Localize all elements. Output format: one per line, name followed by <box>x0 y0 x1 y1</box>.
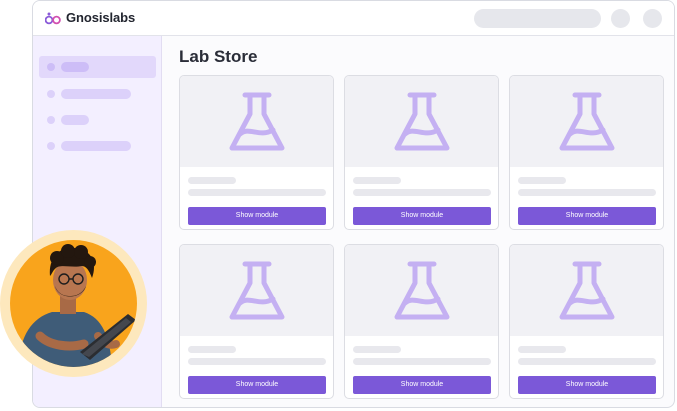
card-image <box>345 76 498 167</box>
page-title: Lab Store <box>179 47 258 66</box>
search-input[interactable] <box>474 9 601 28</box>
card-title-placeholder <box>188 346 236 353</box>
show-module-button[interactable]: Show module <box>353 207 491 225</box>
card-text-placeholder <box>518 358 656 365</box>
module-card: Show module <box>509 244 664 399</box>
sidebar-item-icon <box>47 63 55 71</box>
module-card: Show module <box>179 75 334 230</box>
card-text-placeholder <box>188 358 326 365</box>
user-avatar <box>0 230 147 377</box>
card-text-placeholder <box>188 189 326 196</box>
sidebar-item-icon <box>47 142 55 150</box>
card-title-placeholder <box>188 177 236 184</box>
sidebar-item-2[interactable] <box>39 83 156 105</box>
card-image <box>510 245 663 336</box>
main-content: Lab Store Show module Show module Show m… <box>162 36 674 407</box>
card-image <box>345 245 498 336</box>
flask-icon <box>394 261 449 319</box>
module-card: Show module <box>179 244 334 399</box>
avatar-photo <box>10 240 137 367</box>
sidebar-item-label <box>61 89 131 99</box>
sidebar-item-icon <box>47 116 55 124</box>
show-module-button[interactable]: Show module <box>353 376 491 394</box>
flask-icon <box>229 92 284 150</box>
sidebar-item-4[interactable] <box>39 135 156 157</box>
sidebar-item-label <box>61 141 131 151</box>
card-image <box>180 245 333 336</box>
notifications-button[interactable] <box>611 9 630 28</box>
top-bar: Gnosislabs <box>33 1 674 36</box>
card-title-placeholder <box>518 346 566 353</box>
card-text-placeholder <box>353 189 491 196</box>
sidebar-item-3[interactable] <box>39 109 156 131</box>
sidebar-item-label <box>61 62 89 72</box>
module-card: Show module <box>509 75 664 230</box>
gnosislabs-logo-icon <box>45 12 61 24</box>
card-text-placeholder <box>518 189 656 196</box>
show-module-button[interactable]: Show module <box>518 207 656 225</box>
show-module-button[interactable]: Show module <box>188 376 326 394</box>
flask-icon <box>229 261 284 319</box>
card-title-placeholder <box>353 346 401 353</box>
card-image <box>180 76 333 167</box>
card-image <box>510 76 663 167</box>
profile-button[interactable] <box>643 9 662 28</box>
app-name: Gnosislabs <box>66 10 136 25</box>
flask-icon <box>394 92 449 150</box>
brand-logo[interactable]: Gnosislabs <box>45 10 135 25</box>
show-module-button[interactable]: Show module <box>518 376 656 394</box>
sidebar-item-label <box>61 115 89 125</box>
module-card: Show module <box>344 75 499 230</box>
show-module-button[interactable]: Show module <box>188 207 326 225</box>
card-title-placeholder <box>353 177 401 184</box>
module-card: Show module <box>344 244 499 399</box>
card-title-placeholder <box>518 177 566 184</box>
flask-icon <box>559 92 614 150</box>
sidebar-item-1[interactable] <box>39 56 156 78</box>
card-text-placeholder <box>353 358 491 365</box>
person-with-laptop-illustration <box>18 244 136 367</box>
flask-icon <box>559 261 614 319</box>
sidebar-item-icon <box>47 90 55 98</box>
